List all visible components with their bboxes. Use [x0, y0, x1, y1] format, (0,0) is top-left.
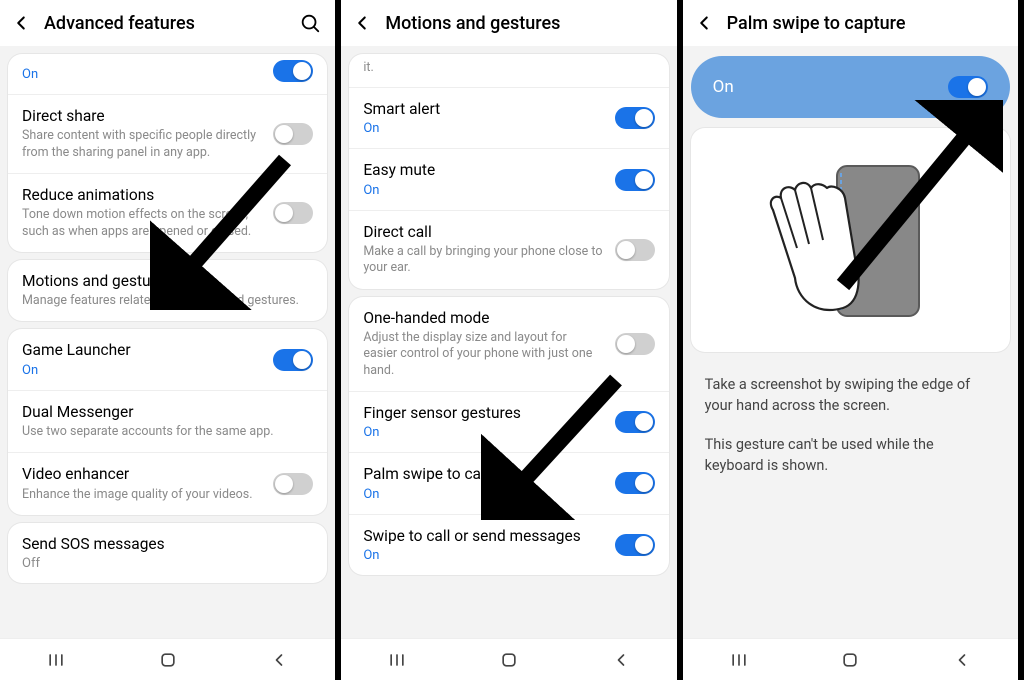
toggle[interactable] — [273, 349, 313, 371]
content: On Direct share Share content with speci… — [0, 46, 335, 638]
row-video-enhancer[interactable]: Video enhancer Enhance the image quality… — [8, 453, 327, 515]
nav-back-icon[interactable] — [952, 650, 972, 670]
toggle[interactable] — [948, 76, 988, 98]
nav-back-icon[interactable] — [269, 650, 289, 670]
illustration-card — [691, 128, 1010, 352]
row-reduce-animations[interactable]: Reduce animations Tone down motion effec… — [8, 174, 327, 252]
page-title: Palm swipe to capture — [727, 13, 1004, 34]
row-title: Video enhancer — [22, 465, 261, 484]
row-direct-call[interactable]: Direct call Make a call by bringing your… — [349, 211, 668, 289]
nav-back-icon[interactable] — [611, 650, 631, 670]
card-group-1: On Direct share Share content with speci… — [8, 54, 327, 252]
row-title: Game Launcher — [22, 341, 261, 360]
row-sub: Adjust the display size and layout for e… — [363, 330, 602, 379]
toggle[interactable] — [273, 60, 313, 82]
status-off: Off — [22, 556, 313, 571]
panel-advanced-features: Advanced features On Direct share Share … — [0, 0, 341, 680]
back-icon[interactable] — [351, 12, 373, 34]
row-title: Easy mute — [363, 161, 602, 180]
partial-row[interactable]: it. — [349, 54, 668, 88]
header: Motions and gestures — [341, 0, 676, 46]
toggle[interactable] — [615, 107, 655, 129]
desc-line-2: This gesture can't be used while the key… — [705, 434, 996, 476]
card-group-4: Send SOS messages Off — [8, 523, 327, 583]
toggle[interactable] — [615, 472, 655, 494]
row-direct-share[interactable]: Direct share Share content with specific… — [8, 95, 327, 174]
page-title: Motions and gestures — [385, 13, 662, 34]
palm-swipe-illustration-icon — [765, 148, 935, 328]
row-sub: Make a call by bringing your phone close… — [363, 244, 602, 277]
row-motions-gestures[interactable]: Motions and gestures Manage features rel… — [8, 260, 327, 322]
row-send-sos[interactable]: Send SOS messages Off — [8, 523, 327, 583]
status-on: On — [363, 425, 602, 440]
toggle[interactable] — [273, 473, 313, 495]
panel-motions-gestures: Motions and gestures it. Smart alert On … — [341, 0, 682, 680]
master-toggle-card[interactable]: On — [691, 56, 1010, 118]
back-icon[interactable] — [693, 12, 715, 34]
row-one-handed[interactable]: One-handed mode Adjust the display size … — [349, 297, 668, 392]
content: it. Smart alert On Easy mute On Direct c… — [341, 46, 676, 638]
desc-line-1: Take a screenshot by swiping the edge of… — [705, 374, 996, 416]
status-on: On — [363, 121, 602, 136]
toggle[interactable] — [273, 202, 313, 224]
card-group-3: Game Launcher On Dual Messenger Use two … — [8, 329, 327, 515]
row-title: Smart alert — [363, 100, 602, 119]
row-sub: Use two separate accounts for the same a… — [22, 424, 313, 440]
row-easy-mute[interactable]: Easy mute On — [349, 149, 668, 210]
navbar — [683, 638, 1018, 680]
status-on: On — [363, 183, 602, 198]
row-sub: Tone down motion effects on the screen, … — [22, 207, 261, 240]
navbar — [0, 638, 335, 680]
toggle[interactable] — [615, 239, 655, 261]
status-on: On — [363, 548, 602, 563]
status-on: On — [363, 487, 602, 502]
recents-icon[interactable] — [46, 650, 66, 670]
row-title: Direct share — [22, 107, 261, 126]
row-swipe-call[interactable]: Swipe to call or send messages On — [349, 515, 668, 575]
back-icon[interactable] — [10, 12, 32, 34]
toggle[interactable] — [273, 123, 313, 145]
toggle[interactable] — [615, 333, 655, 355]
content: On Take a screenshot by swiping the edge… — [683, 46, 1018, 638]
header: Advanced features — [0, 0, 335, 46]
header: Palm swipe to capture — [683, 0, 1018, 46]
row-title: Palm swipe to capture — [363, 465, 602, 484]
row-title: Direct call — [363, 223, 602, 242]
recents-icon[interactable] — [387, 650, 407, 670]
navbar — [341, 638, 676, 680]
row-game-launcher[interactable]: Game Launcher On — [8, 329, 327, 390]
partial-row[interactable]: On — [8, 54, 327, 95]
card-group-2: One-handed mode Adjust the display size … — [349, 297, 668, 575]
row-sub: Enhance the image quality of your videos… — [22, 487, 261, 503]
status-on: On — [22, 67, 38, 82]
toggle[interactable] — [615, 534, 655, 556]
row-title: Dual Messenger — [22, 403, 313, 422]
row-sub: Manage features related to motions and g… — [22, 293, 313, 309]
panel-palm-swipe: Palm swipe to capture On Take a screensh… — [683, 0, 1024, 680]
row-smart-alert[interactable]: Smart alert On — [349, 88, 668, 149]
card-group-2: Motions and gestures Manage features rel… — [8, 260, 327, 322]
home-icon[interactable] — [158, 650, 178, 670]
home-icon[interactable] — [840, 650, 860, 670]
row-title: Reduce animations — [22, 186, 261, 205]
recents-icon[interactable] — [729, 650, 749, 670]
row-dual-messenger[interactable]: Dual Messenger Use two separate accounts… — [8, 391, 327, 454]
page-title: Advanced features — [44, 13, 287, 34]
row-palm-swipe[interactable]: Palm swipe to capture On — [349, 453, 668, 514]
row-title: Motions and gestures — [22, 272, 313, 291]
card-group-1: it. Smart alert On Easy mute On Direct c… — [349, 54, 668, 289]
on-label: On — [713, 77, 734, 97]
row-title: Finger sensor gestures — [363, 404, 602, 423]
row-sub: Share content with specific people direc… — [22, 128, 261, 161]
row-title: Send SOS messages — [22, 535, 313, 554]
toggle[interactable] — [615, 411, 655, 433]
toggle[interactable] — [615, 169, 655, 191]
search-icon[interactable] — [299, 12, 321, 34]
home-icon[interactable] — [499, 650, 519, 670]
row-title: One-handed mode — [363, 309, 602, 328]
row-finger-sensor[interactable]: Finger sensor gestures On — [349, 392, 668, 453]
status-on: On — [22, 363, 261, 378]
description: Take a screenshot by swiping the edge of… — [691, 360, 1010, 476]
row-title: Swipe to call or send messages — [363, 527, 602, 546]
